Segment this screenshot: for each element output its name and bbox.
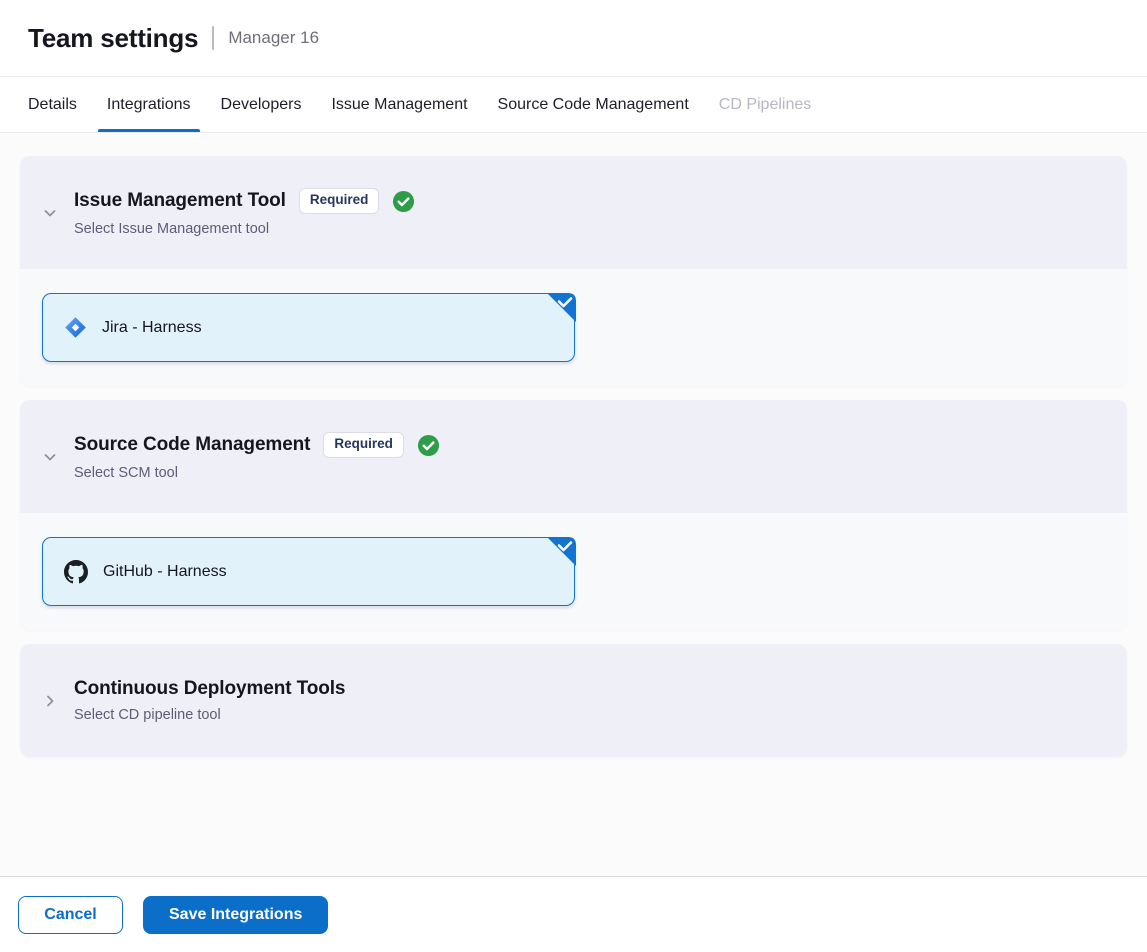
page-subtitle: Manager 16 [228, 28, 319, 48]
section-issue-management-header[interactable]: Issue Management Tool Required Select Is… [20, 156, 1127, 269]
selected-corner-check-icon [545, 537, 576, 568]
section-subtitle: Select Issue Management tool [74, 221, 415, 237]
section-title: Continuous Deployment Tools [74, 678, 345, 700]
footer-action-bar: Cancel Save Integrations [0, 876, 1147, 952]
page-title: Team settings [28, 23, 198, 54]
section-issue-management-body: Jira - Harness [20, 269, 1127, 386]
tab-integrations[interactable]: Integrations [107, 77, 191, 132]
section-subtitle: Select CD pipeline tool [74, 707, 345, 723]
chevron-right-icon[interactable] [42, 693, 58, 709]
section-header-text: Issue Management Tool Required Select Is… [74, 188, 415, 236]
section-title: Source Code Management [74, 434, 310, 456]
tab-details[interactable]: Details [28, 77, 77, 132]
jira-icon [64, 316, 87, 339]
title-divider [212, 26, 214, 50]
success-check-icon [417, 434, 440, 457]
tool-card-jira[interactable]: Jira - Harness [42, 293, 575, 362]
tab-cd-pipelines: CD Pipelines [719, 77, 811, 132]
section-source-code-management: Source Code Management Required Select S… [20, 400, 1127, 630]
section-subtitle: Select SCM tool [74, 465, 440, 481]
cancel-button[interactable]: Cancel [18, 896, 123, 934]
section-issue-management-tool: Issue Management Tool Required Select Is… [20, 156, 1127, 386]
save-integrations-button[interactable]: Save Integrations [143, 896, 328, 934]
section-continuous-deployment-tools[interactable]: Continuous Deployment Tools Select CD pi… [20, 644, 1127, 757]
tab-developers[interactable]: Developers [221, 77, 302, 132]
chevron-down-icon[interactable] [42, 205, 58, 221]
page-header: Team settings Manager 16 [0, 0, 1147, 77]
section-title: Issue Management Tool [74, 190, 286, 212]
chevron-down-icon[interactable] [42, 449, 58, 465]
success-check-icon [392, 190, 415, 213]
required-badge: Required [323, 432, 404, 457]
tool-card-label: GitHub - Harness [103, 563, 227, 581]
integrations-content: Issue Management Tool Required Select Is… [0, 134, 1147, 876]
tab-source-code-management[interactable]: Source Code Management [498, 77, 689, 132]
tab-bar: Details Integrations Developers Issue Ma… [0, 77, 1147, 133]
section-header-text: Continuous Deployment Tools Select CD pi… [74, 678, 345, 723]
github-icon [64, 560, 88, 584]
selected-corner-check-icon [545, 293, 576, 324]
required-badge: Required [299, 188, 380, 213]
tab-issue-management[interactable]: Issue Management [331, 77, 467, 132]
tool-card-label: Jira - Harness [102, 319, 202, 337]
section-header-text: Source Code Management Required Select S… [74, 432, 440, 480]
tool-card-github[interactable]: GitHub - Harness [42, 537, 575, 606]
section-scm-body: GitHub - Harness [20, 513, 1127, 630]
section-scm-header[interactable]: Source Code Management Required Select S… [20, 400, 1127, 513]
